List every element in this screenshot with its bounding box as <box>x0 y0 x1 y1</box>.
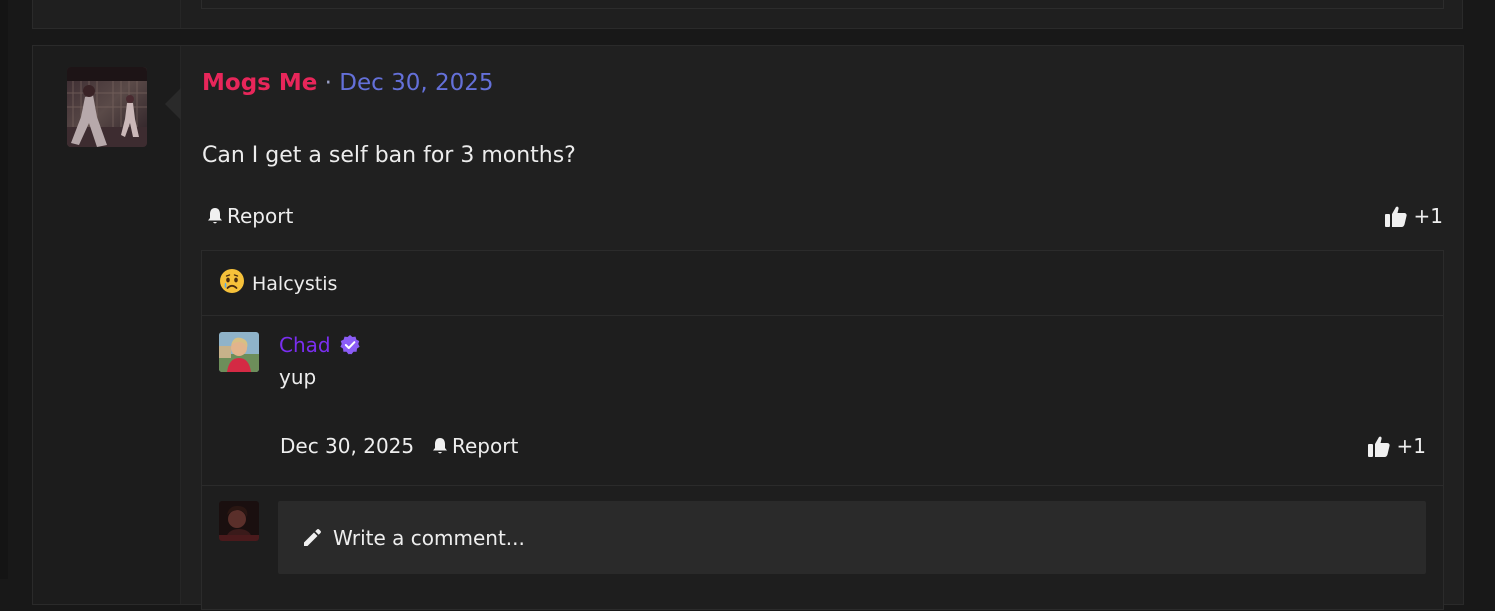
comment-author-link[interactable]: Chad <box>279 333 361 357</box>
post-like-button[interactable]: +1 <box>1384 204 1443 228</box>
post-report-button[interactable]: Report <box>205 204 293 228</box>
previous-post-comments-box <box>201 0 1444 9</box>
comment-author-name: Chad <box>279 333 331 357</box>
post-body: Can I get a self ban for 3 months? <box>202 143 576 168</box>
author-avatar[interactable] <box>67 67 147 147</box>
post-pointer-arrow <box>165 88 181 120</box>
thumbs-up-icon <box>1384 206 1407 227</box>
post-actions: Report +1 <box>205 204 1443 228</box>
forum-post: Mogs Me · Dec 30, 2025 Can I get a self … <box>32 45 1464 610</box>
write-comment-placeholder: Write a comment... <box>333 525 525 550</box>
bell-icon <box>433 438 447 454</box>
current-user-avatar <box>219 501 259 541</box>
post-like-count: +1 <box>1413 204 1443 228</box>
comment-item: Chad yup Dec 30, 2025 Report +1 <box>202 316 1443 486</box>
comment-date[interactable]: Dec 30, 2025 <box>280 434 414 458</box>
write-comment-input[interactable]: Write a comment... <box>278 501 1426 574</box>
thumbs-up-icon <box>1367 436 1390 457</box>
header-separator: · <box>324 70 332 96</box>
reactions-row: Halcystis <box>202 251 1443 316</box>
verified-badge-icon <box>339 335 360 355</box>
post-report-label: Report <box>227 204 294 228</box>
post-author-link[interactable]: Mogs Me <box>202 70 317 96</box>
post-date-link[interactable]: Dec 30, 2025 <box>339 70 493 96</box>
avatar-image <box>219 501 259 541</box>
previous-post <box>32 0 1463 29</box>
page-side-strip <box>0 0 8 579</box>
previous-post-user-column <box>33 0 181 28</box>
comment-composer: Write a comment... <box>202 486 1443 611</box>
sad-face-icon[interactable] <box>219 268 245 294</box>
comment-like-count: +1 <box>1396 434 1426 458</box>
comment-report-button[interactable]: Report <box>430 434 518 458</box>
bell-icon <box>208 208 222 224</box>
comment-like-button[interactable]: +1 <box>1367 434 1426 458</box>
comment-report-label: Report <box>452 434 519 458</box>
post-user-column <box>33 46 181 604</box>
reaction-username[interactable]: Halcystis <box>252 273 337 295</box>
comments-section: Halcystis Chad yup Dec 30, 2025 Report +… <box>201 250 1444 610</box>
avatar-image <box>67 67 147 147</box>
avatar-image <box>219 332 259 372</box>
post-header: Mogs Me · Dec 30, 2025 <box>202 70 494 96</box>
pencil-icon <box>304 528 321 546</box>
comment-author-avatar[interactable] <box>219 332 259 372</box>
comment-text: yup <box>279 365 317 389</box>
